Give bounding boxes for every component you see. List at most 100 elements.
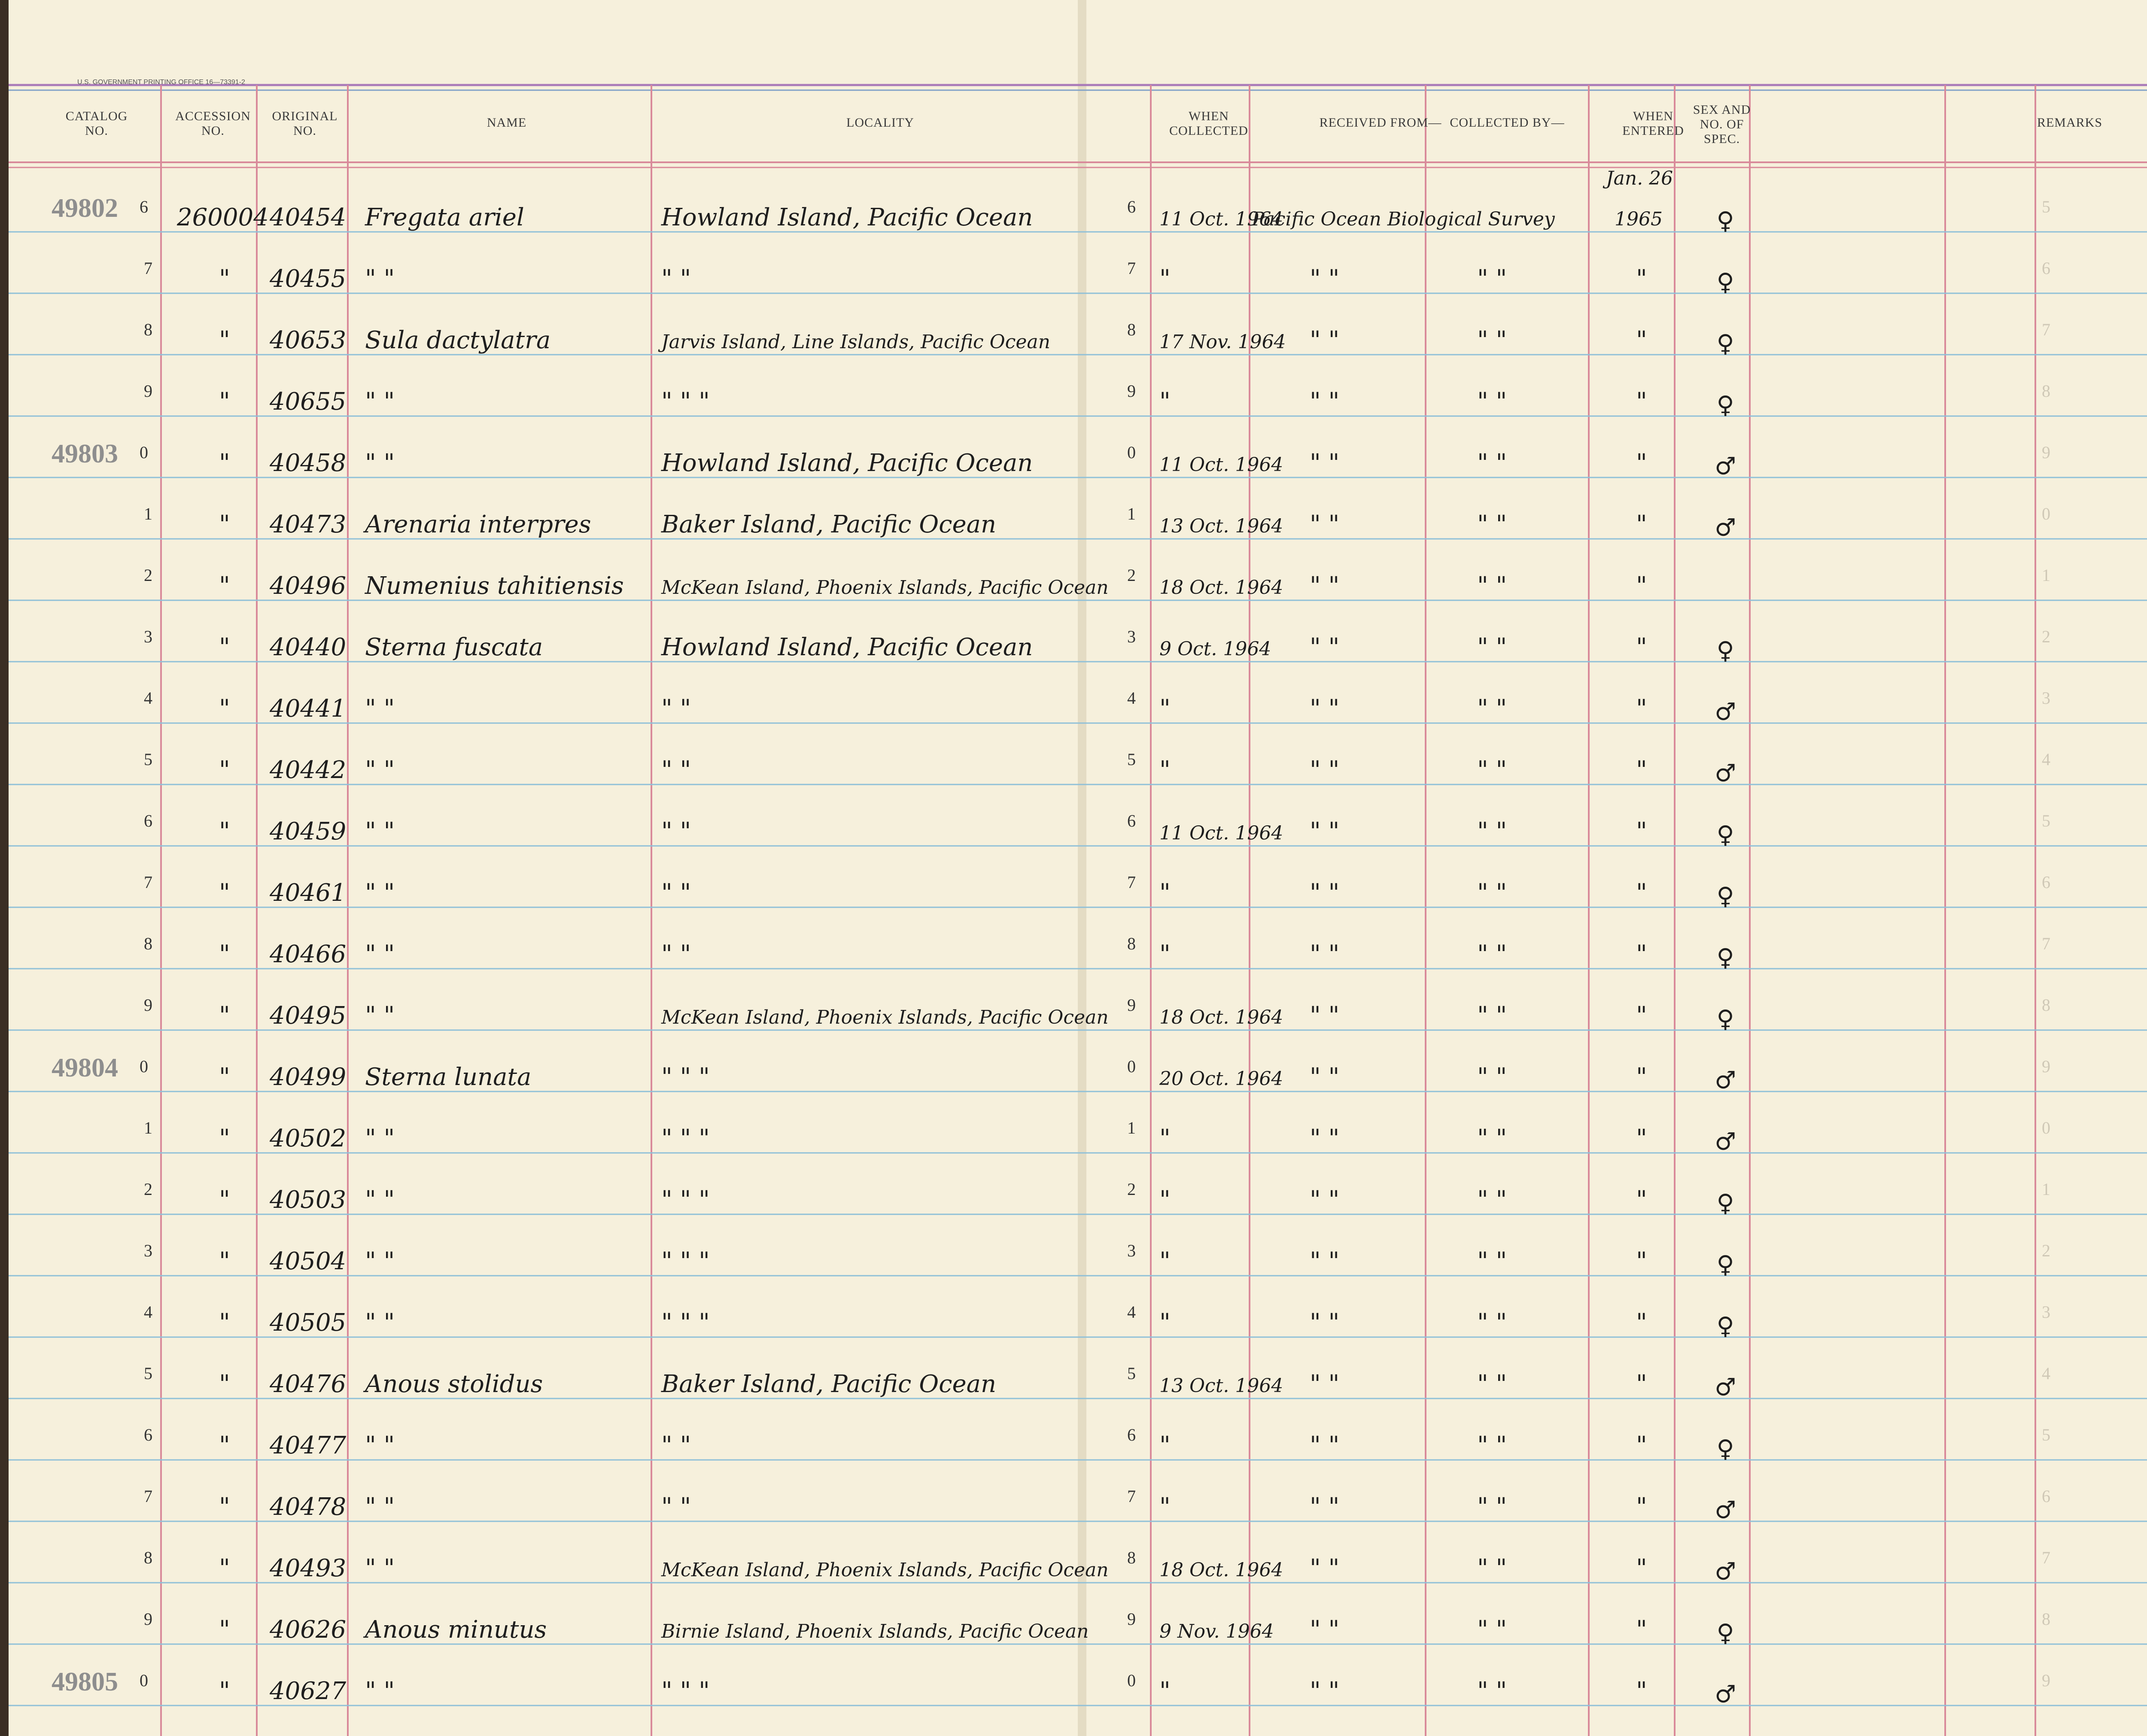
when-entered: " xyxy=(1636,818,1647,845)
row-index: 3 xyxy=(144,627,152,646)
species-name: " " xyxy=(365,1554,395,1582)
ledger-row: 49804 0 " 40499 Sterna lunata " " " 0 20 Oct. 1… xyxy=(52,1053,1736,1095)
species-name: " " xyxy=(365,818,395,845)
row-index-right: 6 xyxy=(1127,811,1136,830)
bleed-through-mark: 3 xyxy=(2042,688,2050,708)
ledger-row: 3 " 40504 " " " " " 3 " " " " " " ♀ xyxy=(144,1241,1734,1279)
ledger-row: 4 " 40441 " " " " 4 " " " " " " ♂ xyxy=(144,688,1736,726)
original-number: 40441 xyxy=(269,695,346,723)
when-collected: 9 Nov. 1964 xyxy=(1159,1620,1274,1642)
received-from: " " xyxy=(1310,1063,1339,1091)
female-symbol-icon: ♀ xyxy=(1717,391,1734,419)
ledger-row: 6 " 40459 " " " " 6 11 Oct. 1964 " " " " " ♀ xyxy=(144,811,1734,849)
printer-line: U.S. GOVERNMENT PRINTING OFFICE 16—73391… xyxy=(77,79,245,86)
locality: " " " xyxy=(661,1186,710,1214)
row-index: 6 xyxy=(144,811,152,830)
ledger-row: 1 " 40473 Arenaria interpres Baker Island, P… xyxy=(144,504,1736,542)
ledger-sheet: U.S. GOVERNMENT PRINTING OFFICE 16—73391… xyxy=(9,0,2147,1736)
bleed-through-mark: 9 xyxy=(2042,443,2050,462)
row-index-right: 4 xyxy=(1127,688,1136,708)
row-index: 6 xyxy=(140,197,148,216)
when-collected: " xyxy=(1159,388,1171,416)
header-sex: SPEC. xyxy=(1704,132,1740,146)
locality: McKean Island, Phoenix Islands, Pacific … xyxy=(661,1559,1109,1581)
locality: " " xyxy=(661,265,691,293)
species-name: " " xyxy=(365,449,395,477)
accession-number: " xyxy=(219,1309,230,1337)
when-collected: 18 Oct. 1964 xyxy=(1159,1559,1283,1581)
row-index-right: 4 xyxy=(1127,1302,1136,1322)
when-entered: " xyxy=(1636,756,1647,784)
locality: " " " xyxy=(661,1677,710,1705)
when-entered: " xyxy=(1636,265,1647,293)
when-collected: " xyxy=(1159,695,1171,723)
header-collected-by: COLLECTED BY— xyxy=(1450,116,1564,130)
ledger-row: 3 " 40440 Sterna fuscata Howland Island, Pac… xyxy=(144,627,1734,665)
bleed-through-mark: 1 xyxy=(2042,1180,2050,1199)
accession-number: " xyxy=(219,1247,230,1275)
row-index-right: 0 xyxy=(1127,1057,1136,1076)
species-name: Anous stolidus xyxy=(363,1370,543,1398)
when-collected: 18 Oct. 1964 xyxy=(1159,1006,1283,1028)
original-number: 40442 xyxy=(269,756,346,784)
row-index: 9 xyxy=(144,1609,152,1629)
when-entered: " xyxy=(1636,572,1647,600)
species-name: " " xyxy=(365,695,395,723)
when-collected: " xyxy=(1159,1309,1171,1337)
male-symbol-icon: ♂ xyxy=(1715,760,1736,787)
locality: " " " xyxy=(661,1247,710,1275)
received-from: " " xyxy=(1310,1186,1339,1214)
male-symbol-icon: ♂ xyxy=(1715,1681,1736,1709)
original-number: 40502 xyxy=(269,1125,346,1152)
received-from: " " xyxy=(1310,1677,1339,1705)
row-index: 1 xyxy=(144,1118,152,1137)
received-from: " " xyxy=(1310,1309,1339,1337)
row-index-right: 5 xyxy=(1127,750,1136,769)
when-entered: " xyxy=(1636,1309,1647,1337)
species-name: " " xyxy=(365,1309,395,1337)
header-when-entered: ENTERED xyxy=(1622,124,1684,138)
original-number: 40655 xyxy=(269,388,346,416)
ledger-row: 7 " 40455 " " " " 7 " " " " " " ♀ xyxy=(144,258,1734,296)
accession-number: " xyxy=(219,511,230,538)
bleed-through-mark: 3 xyxy=(2042,1302,2050,1322)
row-index: 9 xyxy=(144,995,152,1015)
row-index-right: 1 xyxy=(1127,1118,1136,1137)
row-index-right: 9 xyxy=(1127,995,1136,1015)
accession-number: " xyxy=(219,879,230,907)
bleed-through-mark: 7 xyxy=(2042,320,2050,339)
when-collected: " xyxy=(1159,940,1171,968)
species-name: " " xyxy=(365,1432,395,1459)
bleed-through-mark: 2 xyxy=(2042,1241,2050,1260)
accession-number: " xyxy=(219,1186,230,1214)
bleed-through-mark: 5 xyxy=(2042,1425,2050,1444)
accession-number: " xyxy=(219,1616,230,1644)
row-index: 4 xyxy=(144,1302,152,1322)
row-index-right: 8 xyxy=(1127,934,1136,953)
collected-by: " " xyxy=(1477,695,1507,723)
bleed-through-mark: 6 xyxy=(2042,258,2050,278)
when-entered-date: Jan. 26 xyxy=(1603,167,1673,189)
collected-by: " " xyxy=(1477,1063,1507,1091)
female-symbol-icon: ♀ xyxy=(1717,330,1734,358)
header-accession: ACCESSION xyxy=(175,109,251,123)
locality: Birnie Island, Phoenix Islands, Pacific … xyxy=(661,1620,1089,1642)
locality: Howland Island, Pacific Ocean xyxy=(661,449,1033,477)
when-entered: " xyxy=(1636,1002,1647,1030)
accession-number: " xyxy=(219,1002,230,1030)
received-from: " " xyxy=(1310,818,1339,845)
collected-by: " " xyxy=(1477,1370,1507,1398)
collected-by: " " xyxy=(1477,511,1507,538)
collected-by: " " xyxy=(1477,449,1507,477)
row-index-right: 2 xyxy=(1127,1180,1136,1199)
original-number: 40477 xyxy=(269,1432,347,1459)
when-collected: 11 Oct. 1964 xyxy=(1159,454,1283,476)
catalog-number: 49803 xyxy=(52,439,118,468)
row-index: 9 xyxy=(144,381,152,401)
row-index: 4 xyxy=(144,688,152,708)
female-symbol-icon: ♀ xyxy=(1717,1005,1734,1033)
species-name: " " xyxy=(365,388,395,416)
when-collected: 9 Oct. 1964 xyxy=(1159,638,1271,660)
female-symbol-icon: ♀ xyxy=(1717,944,1734,972)
row-index-right: 1 xyxy=(1127,504,1136,523)
